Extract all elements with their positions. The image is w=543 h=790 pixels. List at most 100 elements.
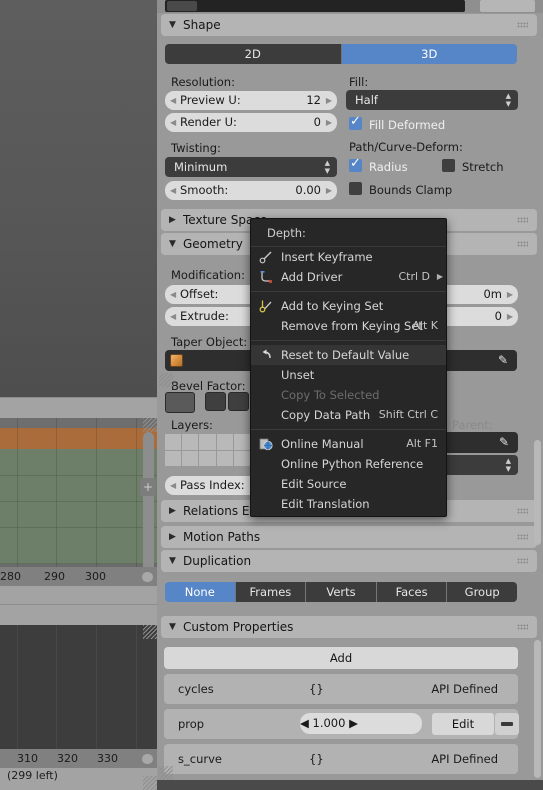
custom-property-row-prop[interactable]: prop ◀ 1.000 ▶ Edit xyxy=(164,709,519,739)
menu-item-add-driver[interactable]: Add Driver Ctrl D ▶ xyxy=(251,267,446,287)
3d-viewport[interactable] xyxy=(0,0,157,397)
layer-cell[interactable] xyxy=(216,450,233,466)
dopesheet-channel-row[interactable] xyxy=(0,476,157,502)
menu-item-copy-data-path[interactable]: Copy Data Path Shift Ctrl C xyxy=(251,405,446,425)
duplication-mode-toggle[interactable]: None Frames Verts Faces Group xyxy=(165,582,517,602)
dup-button-group[interactable]: Group xyxy=(447,582,517,602)
custom-property-row-s-curve[interactable]: s_curve {} API Defined xyxy=(164,744,518,774)
dopesheet-channel-row[interactable] xyxy=(0,502,157,528)
dopesheet-channel-row[interactable] xyxy=(0,528,157,564)
stretch-checkbox[interactable] xyxy=(442,159,455,172)
area-corner-grip[interactable] xyxy=(143,418,157,432)
add-custom-property-button[interactable]: Add xyxy=(164,647,518,669)
eyedropper-icon[interactable]: ✎ xyxy=(498,354,510,366)
properties-scrollbar-lower[interactable] xyxy=(534,640,541,778)
decrement-arrow-icon[interactable]: ◀ xyxy=(300,716,309,730)
layer-cell[interactable] xyxy=(199,450,216,466)
dopesheet-expand-icon[interactable]: + xyxy=(140,478,156,496)
layer-cell[interactable] xyxy=(199,434,216,450)
properties-scrollbar[interactable] xyxy=(534,440,541,545)
area-corner-grip[interactable] xyxy=(143,625,157,639)
menu-item-online-python-reference[interactable]: Online Python Reference xyxy=(251,454,446,474)
radius-checkbox[interactable] xyxy=(349,156,362,172)
panel-grip-icon[interactable] xyxy=(517,508,528,514)
delete-property-button[interactable] xyxy=(495,713,519,735)
tab-icon-scene[interactable] xyxy=(228,392,249,411)
dopesheet-vertical-scrollbar[interactable] xyxy=(143,432,154,572)
property-value-slider[interactable]: ◀ 1.000 ▶ xyxy=(300,713,422,734)
menu-item-unset[interactable]: Unset xyxy=(251,365,446,385)
decrement-arrow-icon[interactable]: ◀ xyxy=(170,113,176,132)
smooth-field[interactable]: ◀ Smooth: 0.00 ▶ xyxy=(165,181,337,200)
topbar-right-widget[interactable] xyxy=(480,0,535,12)
panel-header-motion-paths[interactable]: ▶ Motion Paths xyxy=(161,526,537,548)
search-icon[interactable] xyxy=(167,1,197,11)
layer-cell[interactable] xyxy=(233,450,250,466)
context-menu[interactable]: Depth: Insert Keyframe Add Driver Ctrl D… xyxy=(250,218,447,517)
dup-button-verts[interactable]: Verts xyxy=(306,582,377,602)
layer-cell[interactable] xyxy=(165,434,182,450)
menu-item-reset-to-default-value[interactable]: Reset to Default Value xyxy=(251,345,446,365)
dup-button-faces[interactable]: Faces xyxy=(376,582,448,602)
panel-header-shape[interactable]: ▼ Shape xyxy=(161,14,537,36)
increment-arrow-icon[interactable]: ▶ xyxy=(326,181,332,200)
timeline-header-bar[interactable] xyxy=(0,604,157,625)
dup-button-none[interactable]: None xyxy=(165,582,236,602)
bounds-clamp-checkbox[interactable] xyxy=(349,182,362,195)
menu-item-edit-source[interactable]: Edit Source xyxy=(251,474,446,494)
decrement-arrow-icon[interactable]: ◀ xyxy=(170,91,176,110)
decrement-arrow-icon[interactable]: ◀ xyxy=(170,181,176,200)
panel-grip-icon[interactable] xyxy=(517,558,528,564)
panel-grip-icon[interactable] xyxy=(517,217,528,223)
dopesheet-channel-row-active[interactable] xyxy=(0,428,157,449)
layer-cell[interactable] xyxy=(216,434,233,450)
menu-item-add-to-keying-set[interactable]: Add to Keying Set xyxy=(251,296,446,316)
menu-item-edit-translation[interactable]: Edit Translation xyxy=(251,494,446,514)
layer-cell[interactable] xyxy=(233,434,250,450)
tab-icon-render[interactable] xyxy=(205,392,226,411)
panel-grip-icon[interactable] xyxy=(517,534,528,540)
preview-u-field[interactable]: ◀ Preview U: 12 ▶ xyxy=(165,91,337,110)
increment-arrow-icon[interactable]: ▶ xyxy=(507,307,513,326)
tab-icon-render-slider[interactable] xyxy=(165,392,195,413)
menu-item-online-manual[interactable]: Online Manual Alt F1 xyxy=(251,434,446,454)
dopesheet-time-scrollbar[interactable]: 280 290 300 xyxy=(0,567,157,586)
fill-mode-dropdown[interactable]: Half ▲ ▼ xyxy=(346,90,518,110)
dope-sheet-editor[interactable]: + xyxy=(0,418,157,586)
decrement-arrow-icon[interactable]: ◀ xyxy=(170,476,176,495)
scroll-knob[interactable] xyxy=(142,572,153,582)
dup-button-frames[interactable]: Frames xyxy=(235,582,307,602)
edit-property-button[interactable]: Edit xyxy=(432,713,494,735)
fill-deformed-checkbox[interactable] xyxy=(349,114,362,130)
layer-cell[interactable] xyxy=(165,450,182,466)
panel-grip-icon[interactable] xyxy=(517,22,528,28)
panel-header-custom-properties[interactable]: ▼ Custom Properties xyxy=(161,616,537,638)
dopesheet-channel-row[interactable] xyxy=(0,449,157,476)
panel-grip[interactable] xyxy=(159,766,173,780)
menu-item-insert-keyframe[interactable]: Insert Keyframe xyxy=(251,247,446,267)
search-input[interactable] xyxy=(165,0,465,12)
twisting-dropdown[interactable]: Minimum ▲ ▼ xyxy=(165,157,337,177)
custom-property-row-cycles[interactable]: cycles {} API Defined xyxy=(164,674,518,704)
increment-arrow-icon[interactable]: ▶ xyxy=(326,91,332,110)
timeline-editor[interactable] xyxy=(0,625,157,749)
increment-arrow-icon[interactable]: ▶ xyxy=(326,113,332,132)
status-grip[interactable] xyxy=(143,776,157,790)
increment-arrow-icon[interactable]: ▶ xyxy=(507,285,513,304)
render-u-field[interactable]: ◀ Render U: 0 ▶ xyxy=(165,113,337,132)
dopesheet-header-bar[interactable] xyxy=(0,397,157,418)
mode-button-3d[interactable]: 3D xyxy=(341,44,517,64)
panel-grip-icon[interactable] xyxy=(517,241,528,247)
panel-header-duplication[interactable]: ▼ Duplication xyxy=(161,550,537,572)
decrement-arrow-icon[interactable]: ◀ xyxy=(170,307,176,326)
mode-button-2d[interactable]: 2D xyxy=(165,44,342,64)
eyedropper-icon[interactable]: ✎ xyxy=(499,436,511,448)
layer-cell[interactable] xyxy=(182,434,199,450)
increment-arrow-icon[interactable]: ▶ xyxy=(349,716,358,730)
layers-grid[interactable] xyxy=(165,434,250,466)
layer-cell[interactable] xyxy=(182,450,199,466)
timeline-time-scrollbar[interactable]: 310 320 330 xyxy=(0,749,157,768)
scroll-knob[interactable] xyxy=(142,754,153,764)
curve-dimension-toggle[interactable]: 2D 3D xyxy=(165,44,517,64)
menu-item-remove-from-keying-set[interactable]: Remove from Keying Set Alt K xyxy=(251,316,446,336)
